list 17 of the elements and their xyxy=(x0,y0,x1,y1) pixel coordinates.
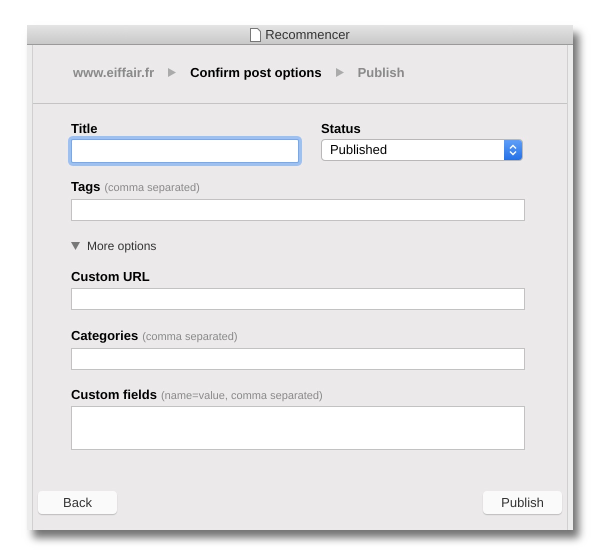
field-hint: (name=value, comma separated) xyxy=(160,389,323,403)
field-hint: (comma separated) xyxy=(142,330,238,344)
field-label: Custom URL xyxy=(71,270,150,284)
more-options-toggle[interactable]: More options xyxy=(71,237,156,255)
status-select[interactable]: Published xyxy=(321,139,523,161)
field-label: Status xyxy=(321,122,361,136)
field-label: Custom fields xyxy=(71,388,157,402)
field-label: Tags xyxy=(71,180,100,194)
field-label: Title xyxy=(71,122,98,136)
field-hint: (comma separated) xyxy=(104,181,200,195)
back-button[interactable]: Back xyxy=(38,491,117,514)
breadcrumb-step: Publish xyxy=(358,62,405,82)
breadcrumb-step: Confirm post options xyxy=(190,62,322,82)
window-title: Recommencer xyxy=(265,26,350,44)
breadcrumb-step: www.eiffair.fr xyxy=(73,62,154,82)
field-label: Categories xyxy=(71,329,138,343)
publish-button[interactable]: Publish xyxy=(483,491,562,514)
